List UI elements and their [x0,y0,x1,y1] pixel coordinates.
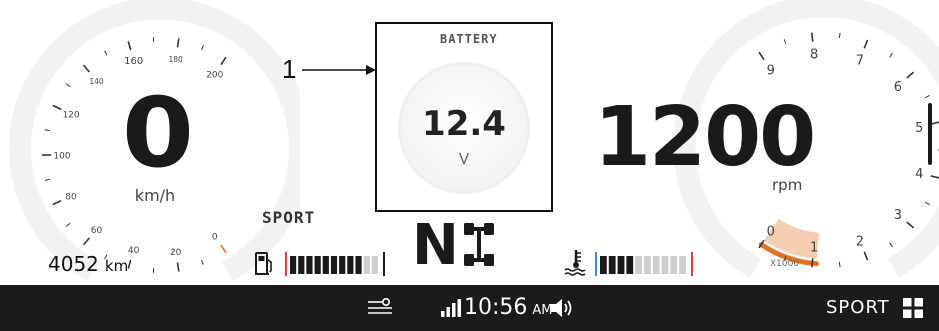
tachometer-tick [906,221,915,229]
level-segment [626,256,634,274]
level-segment [644,256,651,274]
tachometer-tick-label: 9 [767,64,775,79]
battery-unit: V [458,150,470,168]
rpm-unit: rpm [772,176,803,194]
fuel-pump-icon [255,252,272,275]
level-segment [330,256,338,274]
level-segment [306,256,313,274]
level-segment [355,256,362,274]
rpm-multiplier: X1000 [770,259,800,269]
callout-arrow [302,65,376,75]
tachometer-tick [838,262,841,268]
level-segment [617,256,625,274]
tachometer-tick-label: 3 [894,208,902,223]
tachometer-tick [924,201,930,206]
level-segment [600,256,607,274]
tachometer-tick-label: 0 [767,224,775,239]
speed-value: 0 [121,77,195,189]
tachometer-tick [889,52,893,58]
tachometer-tick [838,32,841,38]
level-segment [322,256,329,274]
battery-value: 12.4 [422,104,506,144]
odometer-unit: km [104,257,129,275]
tachometer-tick [863,251,869,261]
level-segment [670,256,678,274]
odometer-value: 4052 [48,252,99,276]
tachometer-tick-label: 7 [856,54,864,69]
level-segment [339,256,346,274]
tachometer-tick-label: 8 [810,48,818,63]
tachometer-tick [863,39,869,49]
callout-number: 1 [282,54,297,84]
rpm-value: 1200 [594,90,816,185]
tachometer-tick [924,94,930,99]
speed-unit: km/h [134,186,176,205]
tachometer-tick-label: 5 [915,121,923,136]
road-icon[interactable] [366,297,394,317]
odometer: 4052 km [48,252,128,276]
grid-icon[interactable] [903,298,923,318]
signal-icon [441,299,461,317]
tachometer-tick [810,258,814,268]
level-segment [652,256,660,274]
coolant-temperature-icon [564,250,586,276]
level-segment [290,256,297,274]
speaker-icon[interactable] [550,297,576,319]
drive-mode-label: SPORT [262,208,316,227]
tachometer-tick-label: 1 [810,240,818,255]
tachometer-tick [810,32,814,42]
level-segment [608,256,616,274]
level-segment [363,256,370,274]
tachometer-tick-label: 4 [915,167,923,182]
level-segment [679,256,686,274]
tachometer-tick [889,242,893,248]
clock-time: 10:56 [464,295,528,320]
tachometer-tick [783,39,787,45]
tachometer-tick [930,175,939,179]
status-drive-mode[interactable]: SPORT [826,297,890,318]
gear-indicator: N [412,213,459,278]
level-segment [661,256,669,274]
coolant-level-bar [595,252,693,276]
drivetrain-icon [464,223,494,266]
level-segment [298,256,305,274]
battery-title: BATTERY [440,32,498,46]
status-clock: 10:56 AM [464,295,553,320]
level-segment [635,256,642,274]
tachometer-tick [906,71,915,79]
tachometer-tick [758,51,765,61]
level-segment [371,256,378,274]
page-scroll-indicator[interactable] [928,103,932,165]
tachometer-tick [930,121,939,125]
level-segment [347,256,354,274]
tachometer-tick-label: 2 [856,234,864,249]
level-segment [314,256,321,274]
fuel-level-bar [285,252,385,276]
tachometer-tick-label: 6 [894,80,902,95]
